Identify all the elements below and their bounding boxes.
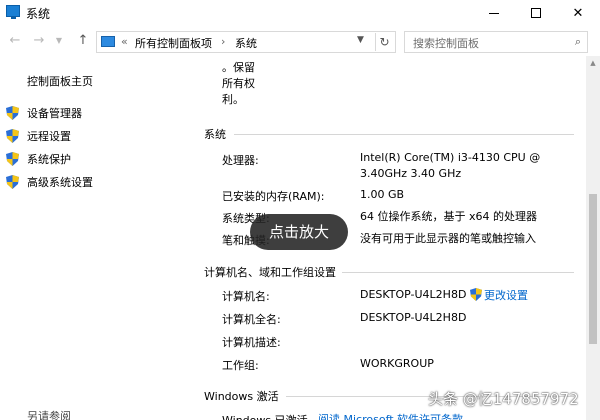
sidebar-item-label: 设备管理器 — [27, 107, 82, 120]
copyright-note: 。保留 所有权 利。 — [222, 60, 282, 108]
refresh-icon: ↻ — [379, 35, 390, 49]
workgroup-label: 工作组: — [222, 359, 259, 372]
refresh-button[interactable]: ↻ — [375, 33, 393, 51]
see-also-heading: 另请参阅 — [27, 410, 71, 420]
window-title: 系统 — [26, 7, 51, 21]
breadcrumb-overflow[interactable]: « — [121, 35, 128, 48]
ram-label: 已安装的内存(RAM): — [222, 190, 325, 203]
maximize-button[interactable] — [516, 0, 556, 26]
shield-icon — [470, 288, 482, 301]
search-icon: ⌕ — [574, 35, 581, 48]
sidebar-item-label: 远程设置 — [27, 130, 71, 143]
up-button[interactable]: ↑ — [74, 32, 92, 50]
watermark: 头条 @忆147857972 — [428, 390, 579, 408]
minimize-button[interactable] — [474, 0, 514, 26]
navigation-bar: ← → ▼ ↑ « 所有控制面板项 › 系统 ▼ ↻ 搜索控制面板 ⌕ — [0, 28, 600, 56]
system-section-heading: 系统 — [204, 128, 226, 141]
shield-icon — [6, 129, 19, 143]
back-arrow-icon: ← — [9, 33, 21, 48]
activation-status: Windows 已激活 — [222, 412, 308, 420]
scroll-thumb[interactable] — [589, 194, 597, 344]
computer-description-label: 计算机描述: — [222, 336, 281, 349]
section-divider — [342, 272, 574, 273]
processor-value-line2: 3.40GHz 3.40 GHz — [360, 167, 462, 180]
search-placeholder: 搜索控制面板 — [413, 37, 479, 50]
sidebar: 控制面板主页 设备管理器 远程设置 系统保护 高级系统设置 另请参阅 — [0, 60, 190, 420]
section-divider — [234, 134, 574, 135]
vertical-scrollbar[interactable]: ▲ — [586, 56, 600, 420]
workgroup-value: WORKGROUP — [360, 357, 434, 370]
minimize-icon — [489, 12, 499, 14]
computer-name-value: DESKTOP-U4L2H8D — [360, 288, 467, 301]
back-button[interactable]: ← — [6, 32, 24, 50]
sidebar-item-label: 系统保护 — [27, 153, 71, 166]
zoom-overlay-button[interactable]: 点击放大 — [250, 214, 348, 250]
processor-label: 处理器: — [222, 154, 259, 167]
forward-button[interactable]: → — [30, 32, 48, 50]
address-bar[interactable]: « 所有控制面板项 › 系统 ▼ ↻ — [96, 31, 396, 53]
close-button[interactable]: ✕ — [558, 0, 598, 26]
computer-icon — [6, 5, 20, 19]
processor-value: Intel(R) Core(TM) i3-4130 CPU @ 3.40GHz … — [360, 150, 540, 182]
title-bar: 系统 ✕ — [0, 0, 600, 26]
breadcrumb-all-control-panel-items[interactable]: 所有控制面板项 — [135, 35, 212, 51]
breadcrumb-separator[interactable]: › — [221, 35, 225, 48]
processor-value-line1: Intel(R) Core(TM) i3-4130 CPU @ — [360, 151, 541, 164]
license-terms-link[interactable]: 阅读 Microsoft 软件许可条款 — [318, 412, 463, 420]
pen-touch-value: 没有可用于此显示器的笔或触控输入 — [360, 232, 536, 245]
copyright-line: 。保留 — [222, 61, 255, 74]
search-box[interactable]: 搜索控制面板 ⌕ — [404, 31, 588, 53]
recent-locations-button[interactable]: ▼ — [50, 32, 68, 50]
main-content: 。保留 所有权 利。 系统 处理器: Intel(R) Core(TM) i3-… — [190, 56, 586, 420]
control-panel-home-link[interactable]: 控制面板主页 — [27, 73, 93, 89]
shield-icon — [6, 152, 19, 166]
system-type-value: 64 位操作系统，基于 x64 的处理器 — [360, 210, 537, 223]
ram-value: 1.00 GB — [360, 188, 405, 201]
computer-icon — [101, 36, 115, 47]
full-computer-name-value: DESKTOP-U4L2H8D — [360, 311, 467, 324]
computer-name-label: 计算机名: — [222, 290, 270, 303]
address-dropdown-icon[interactable]: ▼ — [357, 35, 364, 45]
forward-arrow-icon: → — [33, 33, 45, 48]
shield-icon — [6, 175, 19, 189]
chevron-down-icon: ▼ — [55, 36, 63, 45]
change-settings-label: 更改设置 — [484, 289, 528, 302]
copyright-line: 所有权 — [222, 77, 255, 90]
breadcrumb-system[interactable]: 系统 — [235, 35, 257, 51]
copyright-line: 利。 — [222, 93, 244, 106]
close-icon: ✕ — [572, 5, 584, 21]
maximize-icon — [531, 8, 541, 18]
computer-name-section-heading: 计算机名、域和工作组设置 — [204, 266, 336, 279]
sidebar-item-label: 高级系统设置 — [27, 176, 93, 189]
activation-section-heading: Windows 激活 — [204, 390, 279, 403]
up-arrow-icon: ↑ — [77, 33, 89, 48]
shield-icon — [6, 106, 19, 120]
scroll-up-icon[interactable]: ▲ — [586, 56, 600, 70]
full-computer-name-label: 计算机全名: — [222, 313, 281, 326]
